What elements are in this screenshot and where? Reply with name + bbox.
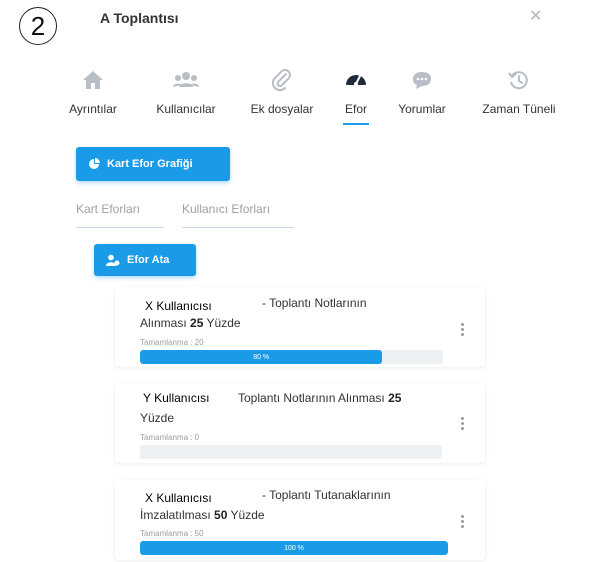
subtab-card-efforts[interactable]: Kart Eforları [76, 202, 164, 228]
effort-card: Y Kullanıcısı Toplantı Notlarının Alınma… [115, 383, 485, 463]
effort-task-text-line2: Yüzde [140, 411, 175, 425]
completion-label: Tamamlanma : 50 [140, 529, 204, 538]
effort-task-text-line2: Alınması 25 Yüzde [140, 316, 241, 330]
paperclip-icon [271, 69, 291, 92]
effort-user-name: X Kullanıcısı [145, 491, 212, 505]
progress-fill: 100 % [140, 541, 448, 555]
comment-icon [413, 72, 431, 89]
effort-card: X Kullanıcısı - Toplantı Notlarının Alın… [115, 287, 485, 367]
tab-details[interactable]: Ayrıntılar [64, 68, 122, 116]
active-tab-indicator [343, 123, 369, 125]
tab-label: Ek dosyalar [250, 102, 314, 116]
button-label: Efor Ata [127, 254, 170, 266]
effort-task-text: - Toplantı Notlarının [262, 296, 367, 310]
card-effort-chart-button[interactable]: Kart Efor Grafiği [76, 147, 230, 181]
step-number-badge: 2 [19, 7, 57, 45]
tab-attachments[interactable]: Ek dosyalar [244, 68, 320, 116]
users-icon [173, 72, 199, 87]
completion-label: Tamamlanma : 20 [140, 338, 204, 347]
home-icon [83, 71, 103, 89]
effort-percent: 25 [190, 316, 204, 330]
subtab-user-efforts[interactable]: Kullanıcı Eforları [182, 202, 294, 228]
effort-task-text: Toplantı Notlarının Alınması 25 [238, 391, 402, 405]
history-icon [508, 71, 528, 90]
effort-task-text-line2: İmzalatılması 50 Yüzde [140, 508, 265, 522]
subtab-label: Kart Eforları [76, 202, 141, 216]
progress-bar [140, 445, 442, 459]
tab-label: Efor [344, 102, 367, 116]
effort-card: X Kullanıcısı - Toplantı Tutanaklarının … [115, 480, 485, 560]
progress-fill: 80 % [140, 350, 383, 364]
button-label: Kart Efor Grafiği [107, 158, 193, 170]
more-options-icon[interactable] [461, 323, 467, 338]
progress-bar: 80 % [140, 350, 443, 364]
gauge-icon [346, 75, 366, 86]
assign-effort-button[interactable]: Efor Ata [94, 244, 196, 276]
tab-label: Yorumlar [398, 102, 446, 116]
tab-bar: Ayrıntılar Kullanıcılar Ek dosyalar Efor… [64, 68, 564, 128]
effort-user-name: Y Kullanıcısı [143, 391, 210, 405]
subtab-underline [76, 227, 164, 228]
more-options-icon[interactable] [461, 417, 467, 432]
tab-label: Kullanıcılar [156, 102, 216, 116]
tab-users[interactable]: Kullanıcılar [146, 68, 226, 116]
subtab-label: Kullanıcı Eforları [182, 202, 271, 216]
completion-label: Tamamlanma : 0 [140, 433, 200, 442]
tab-effort[interactable]: Efor [343, 68, 369, 125]
effort-task-text: - Toplantı Tutanaklarının [262, 488, 391, 502]
tab-timeline[interactable]: Zaman Tüneli [477, 68, 561, 116]
user-add-icon [106, 254, 120, 266]
pie-chart-icon [89, 158, 100, 169]
effort-user-name: X Kullanıcısı [145, 299, 212, 313]
effort-percent: 50 [214, 508, 228, 522]
tab-label: Zaman Tüneli [482, 102, 556, 116]
dialog-title: A Toplantısı [100, 10, 179, 26]
tab-comments[interactable]: Yorumlar [394, 68, 450, 116]
progress-bar: 100 % [140, 541, 448, 555]
subtab-underline [182, 227, 294, 228]
effort-percent: 25 [388, 391, 402, 405]
close-icon[interactable]: ✕ [529, 6, 542, 26]
tab-label: Ayrıntılar [69, 102, 117, 116]
more-options-icon[interactable] [461, 515, 467, 530]
